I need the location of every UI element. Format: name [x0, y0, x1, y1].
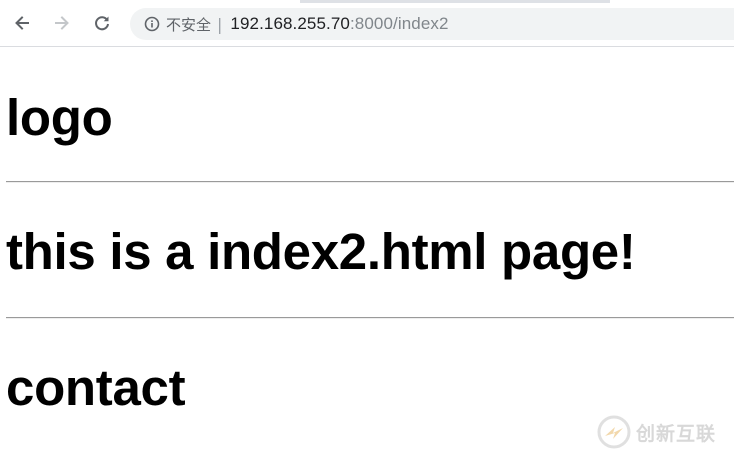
reload-button[interactable]	[88, 9, 116, 37]
divider-bottom	[6, 317, 734, 319]
url-host: 192.168.255.70	[230, 14, 350, 33]
browser-window: 不安全 | 192.168.255.70:8000/index2 logo th…	[0, 0, 734, 461]
address-separator: |	[217, 14, 223, 34]
page-content: logo this is a index2.html page! contact	[0, 48, 734, 461]
reload-icon	[95, 16, 109, 31]
security-status-label[interactable]: 不安全	[166, 14, 211, 35]
page-title: this is a index2.html page!	[6, 223, 636, 280]
url-text[interactable]: 192.168.255.70:8000/index2	[230, 14, 448, 34]
contact-heading: contact	[6, 359, 186, 416]
watermark-text: 创新互联	[636, 422, 717, 445]
watermark: 创新互联	[596, 412, 730, 452]
address-bar[interactable]: 不安全 | 192.168.255.70:8000/index2	[130, 8, 734, 40]
arrow-left-icon	[15, 16, 29, 30]
divider-top	[6, 181, 734, 183]
arrow-right-icon	[55, 16, 69, 30]
info-icon[interactable]	[144, 16, 160, 32]
forward-button[interactable]	[48, 9, 76, 37]
browser-toolbar: 不安全 | 192.168.255.70:8000/index2	[0, 3, 734, 47]
back-button[interactable]	[8, 9, 36, 37]
watermark-logo-icon	[597, 415, 631, 449]
url-path: :8000/index2	[349, 14, 449, 33]
logo-heading: logo	[6, 89, 113, 146]
